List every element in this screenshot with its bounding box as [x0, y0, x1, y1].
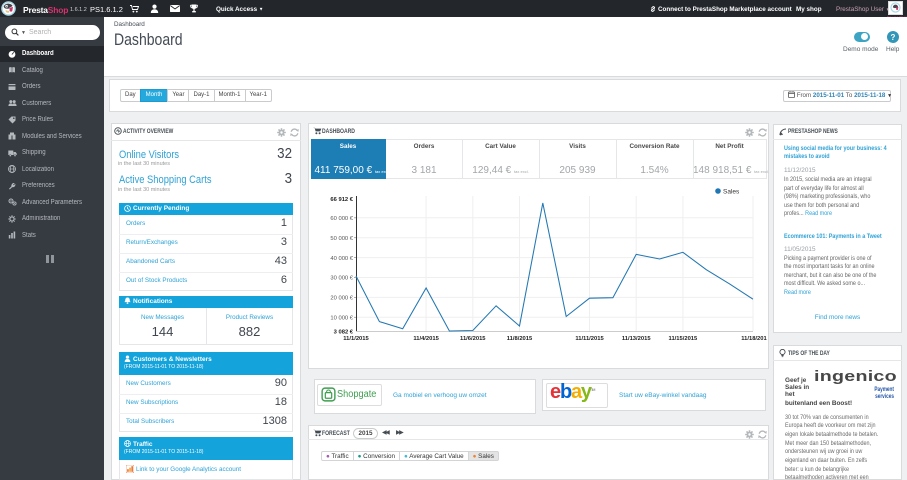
svg-text:11/13/2015: 11/13/2015 [622, 336, 651, 342]
svg-text:11/11/2015: 11/11/2015 [575, 336, 604, 342]
svg-text:11/6/2015: 11/6/2015 [460, 336, 486, 342]
svg-text:Sales: Sales [723, 189, 740, 196]
svg-text:50 000 €: 50 000 € [330, 236, 353, 242]
svg-text:10 000 €: 10 000 € [330, 316, 353, 322]
svg-text:60 000 €: 60 000 € [330, 216, 353, 222]
svg-text:30 000 €: 30 000 € [330, 276, 353, 282]
svg-text:20 000 €: 20 000 € [330, 296, 353, 302]
svg-text:3 082 €: 3 082 € [334, 329, 354, 335]
svg-text:11/18/201: 11/18/201 [741, 336, 767, 342]
svg-text:11/4/2015: 11/4/2015 [413, 336, 439, 342]
svg-text:11/15/2015: 11/15/2015 [669, 336, 698, 342]
svg-text:11/1/2015: 11/1/2015 [343, 336, 369, 342]
svg-text:40 000 €: 40 000 € [330, 256, 353, 262]
svg-text:66 912 €: 66 912 € [330, 197, 353, 203]
svg-text:11/8/2015: 11/8/2015 [507, 336, 533, 342]
